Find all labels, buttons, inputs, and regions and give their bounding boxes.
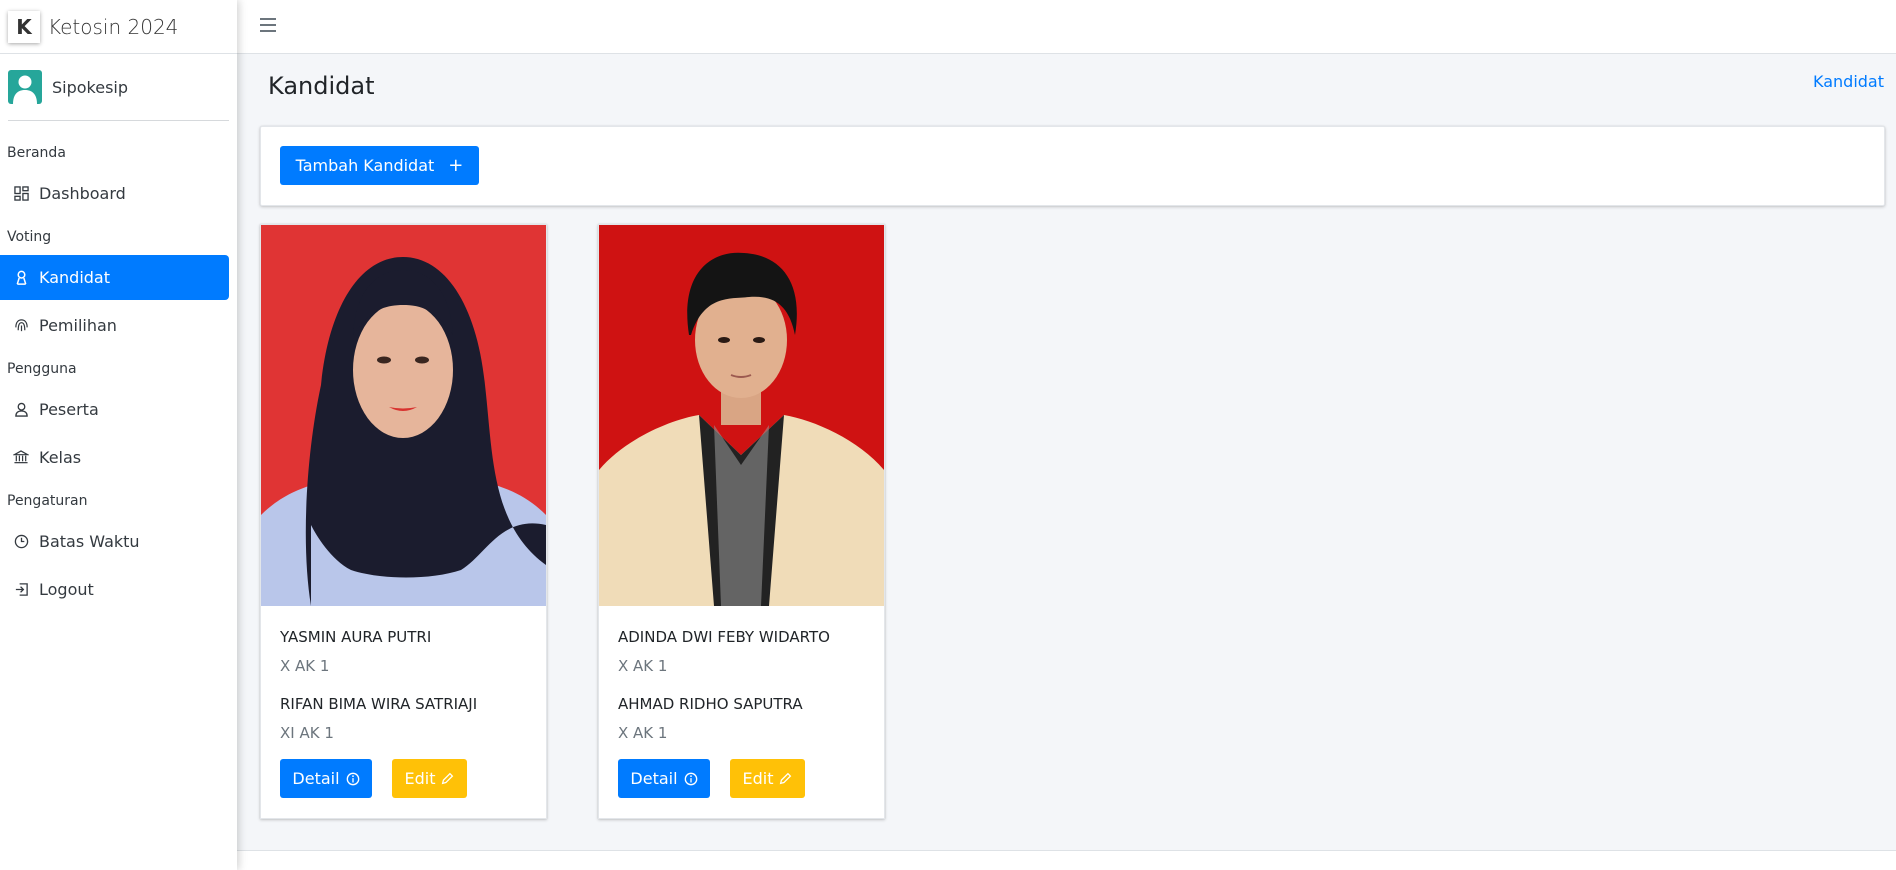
candidate-card: YASMIN AURA PUTRI X AK 1 RIFAN BIMA WIRA… [260,224,547,819]
sidebar-item-label: Peserta [39,400,99,419]
candidate-card: ADINDA DWI FEBY WIDARTO X AK 1 AHMAD RID… [598,224,885,819]
sidebar-item-label: Kelas [39,448,82,467]
user-panel[interactable]: Sipokesip [8,54,229,121]
candidate-actions: Detail Edit [618,759,865,798]
sidebar-item-label: Pemilihan [39,316,117,335]
nav-header-beranda: Beranda [7,145,66,161]
plus-icon: + [448,155,464,176]
edit-button[interactable]: Edit [730,759,805,798]
edit-label: Edit [404,769,436,788]
footer [237,850,1896,870]
user-name: Sipokesip [52,77,129,97]
wakil-name: RIFAN BIMA WIRA SATRIAJI [280,695,478,713]
pencil-icon [779,772,792,785]
sidebar-item-kelas[interactable]: Kelas [0,435,229,480]
sidebar-item-batas-waktu[interactable]: Batas Waktu [0,519,229,564]
brand-title: Ketosin 2024 [48,14,179,39]
action-card: Tambah Kandidat + [260,126,1885,206]
detail-label: Detail [630,769,678,788]
pencil-icon [441,772,454,785]
sidebar-item-label: Kandidat [39,268,110,287]
candidate-info: ADINDA DWI FEBY WIDARTO X AK 1 AHMAD RID… [599,606,884,798]
sidebar-item-logout[interactable]: Logout [0,567,229,612]
wakil-class: XI AK 1 [280,724,334,742]
nav-header-voting: Voting [7,229,52,245]
sidebar-item-pemilihan[interactable]: Pemilihan [0,303,229,348]
clock-icon [13,534,29,550]
page-title: Kandidat [268,72,375,100]
edit-button[interactable]: Edit [392,759,467,798]
wakil-class: X AK 1 [618,724,668,742]
nav-header-pengguna: Pengguna [7,361,77,377]
detail-button[interactable]: Detail [618,759,710,798]
main-content: Kandidat Kandidat Tambah Kandidat + YASM… [237,54,1896,870]
sidebar: K Ketosin 2024 Sipokesip Beranda Dashboa… [0,0,237,870]
sidebar-item-label: Logout [39,580,94,599]
person-icon [13,402,29,418]
user-avatar-icon [13,75,37,104]
top-navbar [237,0,1896,54]
ketua-class: X AK 1 [618,657,668,675]
ketua-name: YASMIN AURA PUTRI [280,628,432,646]
ketua-name: ADINDA DWI FEBY WIDARTO [618,628,830,646]
fingerprint-icon [13,318,29,334]
sidebar-item-label: Dashboard [39,184,126,203]
info-icon [346,772,360,786]
hamburger-menu-icon[interactable] [260,18,276,32]
detail-button[interactable]: Detail [280,759,372,798]
edit-label: Edit [742,769,774,788]
candidate-photo [261,225,546,606]
candidate-photo [599,225,884,606]
bank-icon [13,450,29,466]
sidebar-item-label: Batas Waktu [39,532,140,551]
breadcrumb-kandidat[interactable]: Kandidat [1813,72,1884,91]
candidate-actions: Detail Edit [280,759,527,798]
logout-icon [13,582,29,598]
detail-label: Detail [292,769,340,788]
brand-link[interactable]: K Ketosin 2024 [0,0,237,54]
candidate-info: YASMIN AURA PUTRI X AK 1 RIFAN BIMA WIRA… [261,606,546,798]
add-candidate-button[interactable]: Tambah Kandidat + [280,146,479,185]
nav-header-pengaturan: Pengaturan [7,493,88,509]
add-candidate-label: Tambah Kandidat [295,156,435,175]
sidebar-nav: Beranda Dashboard Voting Kandidat Pemili… [0,121,237,612]
user-badge-icon [13,270,29,286]
sidebar-item-kandidat[interactable]: Kandidat [0,255,229,300]
dashboard-icon [13,186,29,202]
sidebar-item-dashboard[interactable]: Dashboard [0,171,229,216]
brand-logo: K [8,10,40,43]
wakil-name: AHMAD RIDHO SAPUTRA [618,695,803,713]
ketua-class: X AK 1 [280,657,330,675]
avatar [8,70,42,104]
sidebar-item-peserta[interactable]: Peserta [0,387,229,432]
info-icon [684,772,698,786]
